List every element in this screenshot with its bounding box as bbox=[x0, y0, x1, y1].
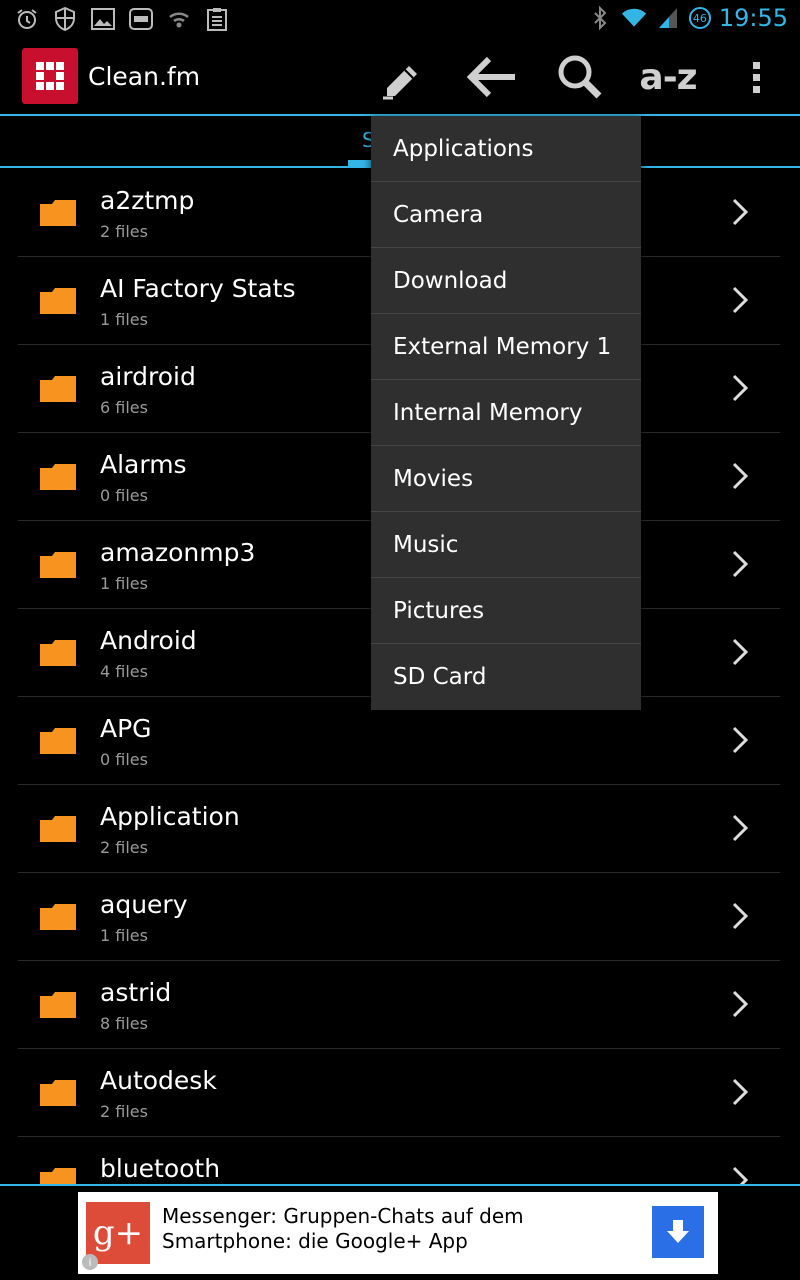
folder-name: aquery bbox=[100, 890, 188, 919]
folder-icon bbox=[40, 200, 76, 226]
folder-icon bbox=[40, 464, 76, 490]
folder-file-count: 4 files bbox=[100, 662, 148, 681]
location-dropdown-menu: Applications Camera Download External Me… bbox=[371, 116, 641, 710]
list-item[interactable]: bluetooth bbox=[18, 1136, 780, 1184]
folder-icon bbox=[40, 640, 76, 666]
folder-name: Android bbox=[100, 626, 197, 655]
menu-item-applications[interactable]: Applications bbox=[371, 116, 641, 182]
shield-icon bbox=[52, 6, 78, 32]
folder-name: amazonmp3 bbox=[100, 538, 256, 567]
chevron-right-icon bbox=[732, 902, 749, 930]
folder-name: Alarms bbox=[100, 450, 187, 479]
edit-button[interactable] bbox=[370, 50, 430, 104]
status-bar: 46 19:55 bbox=[0, 0, 800, 38]
back-arrow-icon bbox=[466, 56, 515, 98]
overflow-menu-icon bbox=[752, 61, 760, 93]
action-bar: Clean.fm a-z bbox=[0, 38, 800, 116]
chevron-right-icon bbox=[732, 286, 749, 314]
sort-az-icon: a-z bbox=[639, 56, 697, 98]
network-type-badge: 46 bbox=[688, 7, 711, 29]
folder-file-count: 1 files bbox=[100, 926, 148, 945]
folder-icon bbox=[40, 816, 76, 842]
folder-icon bbox=[40, 376, 76, 402]
chevron-right-icon bbox=[732, 1166, 749, 1184]
search-button[interactable] bbox=[550, 50, 610, 104]
menu-item-external-memory-1[interactable]: External Memory 1 bbox=[371, 314, 641, 380]
bluetooth-icon bbox=[587, 5, 613, 31]
ad-download-button[interactable] bbox=[652, 1206, 704, 1258]
chevron-right-icon bbox=[732, 198, 749, 226]
folder-name: airdroid bbox=[100, 362, 196, 391]
chevron-right-icon bbox=[732, 990, 749, 1018]
google-plus-icon: g+ bbox=[86, 1202, 150, 1264]
cell-signal-icon bbox=[655, 5, 681, 31]
folder-file-count: 8 files bbox=[100, 1014, 148, 1033]
list-item[interactable]: Autodesk 2 files bbox=[18, 1048, 780, 1137]
folder-file-count: 2 files bbox=[100, 222, 148, 241]
folder-name: bluetooth bbox=[100, 1154, 221, 1183]
chevron-right-icon bbox=[732, 374, 749, 402]
app-logo-icon[interactable] bbox=[22, 48, 78, 104]
status-clock: 19:55 bbox=[718, 4, 788, 32]
folder-file-count: 1 files bbox=[100, 574, 148, 593]
list-item[interactable]: Application 2 files bbox=[18, 784, 780, 873]
signal-off-icon bbox=[166, 6, 192, 32]
folder-icon bbox=[40, 1080, 76, 1106]
folder-file-count: 0 files bbox=[100, 486, 148, 505]
app-title: Clean.fm bbox=[88, 62, 201, 91]
folder-icon bbox=[40, 728, 76, 754]
folder-name: a2ztmp bbox=[100, 186, 195, 215]
download-arrow-icon bbox=[667, 1220, 689, 1243]
chevron-right-icon bbox=[732, 726, 749, 754]
menu-item-camera[interactable]: Camera bbox=[371, 182, 641, 248]
back-button[interactable] bbox=[462, 50, 522, 104]
status-system-icons: 46 19:55 bbox=[587, 4, 788, 32]
list-item[interactable]: astrid 8 files bbox=[18, 960, 780, 1049]
folder-name: APG bbox=[100, 714, 152, 743]
folder-icon bbox=[40, 552, 76, 578]
folder-icon bbox=[40, 1168, 76, 1184]
menu-item-pictures[interactable]: Pictures bbox=[371, 578, 641, 644]
bottom-ad-area: g+ Messenger: Gruppen-Chats auf dem Smar… bbox=[0, 1184, 800, 1280]
folder-file-count: 1 files bbox=[100, 310, 148, 329]
clipboard-icon bbox=[204, 6, 230, 32]
folder-name: Autodesk bbox=[100, 1066, 217, 1095]
gallery-icon bbox=[90, 6, 116, 32]
ad-banner[interactable]: g+ Messenger: Gruppen-Chats auf dem Smar… bbox=[78, 1192, 718, 1274]
folder-name: astrid bbox=[100, 978, 172, 1007]
menu-item-internal-memory[interactable]: Internal Memory bbox=[371, 380, 641, 446]
chevron-right-icon bbox=[732, 462, 749, 490]
menu-item-movies[interactable]: Movies bbox=[371, 446, 641, 512]
wifi-icon bbox=[621, 5, 647, 31]
ad-text: Messenger: Gruppen-Chats auf dem Smartph… bbox=[162, 1204, 524, 1253]
folder-icon bbox=[40, 904, 76, 930]
chevron-right-icon bbox=[732, 814, 749, 842]
list-item[interactable]: aquery 1 files bbox=[18, 872, 780, 961]
alarm-icon bbox=[14, 6, 40, 32]
chevron-right-icon bbox=[732, 1078, 749, 1106]
sort-az-button[interactable]: a-z bbox=[638, 50, 698, 104]
ad-info-icon[interactable]: i bbox=[82, 1254, 98, 1270]
folder-file-count: 2 files bbox=[100, 838, 148, 857]
folder-file-count: 0 files bbox=[100, 750, 148, 769]
chevron-right-icon bbox=[732, 550, 749, 578]
edit-icon bbox=[383, 66, 417, 100]
menu-item-download[interactable]: Download bbox=[371, 248, 641, 314]
status-notification-icons bbox=[14, 6, 230, 32]
menu-item-music[interactable]: Music bbox=[371, 512, 641, 578]
overflow-menu-button[interactable] bbox=[726, 50, 786, 104]
search-icon bbox=[558, 55, 602, 99]
chevron-right-icon bbox=[732, 638, 749, 666]
folder-name: Application bbox=[100, 802, 240, 831]
folder-file-count: 2 files bbox=[100, 1102, 148, 1121]
folder-icon bbox=[40, 992, 76, 1018]
folder-name: AI Factory Stats bbox=[100, 274, 296, 303]
folder-file-count: 6 files bbox=[100, 398, 148, 417]
folder-icon bbox=[40, 288, 76, 314]
counter-icon bbox=[128, 6, 154, 32]
menu-item-sd-card[interactable]: SD Card bbox=[371, 644, 641, 710]
